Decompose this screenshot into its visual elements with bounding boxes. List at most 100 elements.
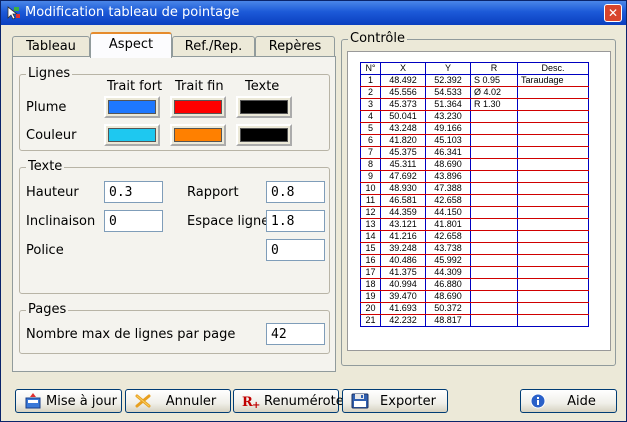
cell-y: 41.801 (425, 218, 471, 231)
cell-num: 19 (360, 290, 381, 303)
couleur-trait-fort-color (108, 128, 156, 142)
table-row: 19 39.470 48.690 (360, 290, 589, 303)
cell-y: 45.992 (425, 254, 471, 267)
couleur-trait-fin-swatch[interactable] (170, 124, 226, 146)
renumber-icon: R + (242, 395, 260, 409)
cell-x: 40.994 (380, 278, 426, 291)
cell-num: 10 (360, 182, 381, 195)
cell-num: 1 (360, 74, 381, 87)
police-input[interactable] (266, 239, 325, 261)
cell-desc (517, 266, 589, 279)
plume-trait-fin-color (174, 100, 222, 114)
cell-x: 41.216 (380, 230, 426, 243)
cell-x: 50.041 (380, 110, 426, 123)
info-icon (530, 393, 546, 409)
cell-r (470, 302, 518, 315)
update-label: Mise à jour (46, 394, 117, 409)
tab-ref-rep[interactable]: Ref./Rep. (172, 36, 255, 57)
export-button[interactable]: Exporter (342, 389, 448, 413)
cell-desc (517, 230, 589, 243)
aspect-panel: Lignes Trait fort Trait fin Texte Plume … (12, 56, 336, 372)
rapport-input[interactable] (266, 181, 325, 203)
cell-x: 42.232 (380, 314, 426, 327)
renumber-button[interactable]: R + Renuméroter (233, 389, 350, 413)
couleur-texte-color (240, 128, 288, 142)
cell-desc: Taraudage (517, 74, 589, 87)
tab-aspect[interactable]: Aspect (90, 32, 172, 58)
header-num: N° (360, 62, 381, 75)
cancel-button[interactable]: Annuler (125, 389, 231, 413)
cell-y: 48.817 (425, 314, 471, 327)
tab-tableau[interactable]: Tableau (12, 36, 90, 57)
plume-texte-color (240, 100, 288, 114)
title-bar[interactable]: Modification tableau de pointage ✕ (1, 1, 626, 25)
cell-y: 45.103 (425, 134, 471, 147)
preview-table: N° X Y R Desc. 1 48.492 52.392 S 0.95 Taraud… (360, 62, 589, 327)
cell-desc (517, 146, 589, 159)
update-button[interactable]: Mise à jour (15, 389, 122, 413)
cell-x: 41.693 (380, 302, 426, 315)
cancel-icon (135, 394, 151, 408)
export-label: Exporter (380, 394, 436, 409)
inclinaison-input[interactable] (104, 210, 163, 232)
update-icon (25, 393, 41, 409)
col-texte: Texte (245, 79, 280, 94)
cell-y: 49.166 (425, 122, 471, 135)
cell-r (470, 242, 518, 255)
hauteur-input[interactable] (104, 181, 163, 203)
cell-r (470, 290, 518, 303)
header-y: Y (425, 62, 471, 75)
cell-desc (517, 134, 589, 147)
cell-num: 7 (360, 146, 381, 159)
cell-r: S 0.95 (470, 74, 518, 87)
cancel-label: Annuler (165, 394, 217, 409)
renumber-label: Renuméroter (264, 394, 350, 409)
dialog-window: Modification tableau de pointage ✕ Table… (0, 0, 627, 422)
table-row: 13 43.121 41.801 (360, 218, 589, 231)
table-header-row: N° X Y R Desc. (360, 62, 589, 75)
hauteur-label: Hauteur (26, 185, 79, 200)
cell-r (470, 182, 518, 195)
table-row: 3 45.373 51.364 R 1.30 (360, 98, 589, 111)
cell-desc (517, 86, 589, 99)
tab-reperes[interactable]: Repères (255, 36, 335, 57)
plume-trait-fin-swatch[interactable] (170, 96, 226, 118)
table-row: 6 41.820 45.103 (360, 134, 589, 147)
cell-y: 54.533 (425, 86, 471, 99)
controle-preview: N° X Y R Desc. 1 48.492 52.392 S 0.95 Taraud… (347, 51, 611, 351)
cell-desc (517, 206, 589, 219)
cell-x: 47.692 (380, 170, 426, 183)
cell-desc (517, 314, 589, 327)
max-lignes-input[interactable] (266, 323, 325, 345)
espace-ligne-input[interactable] (266, 210, 325, 232)
cell-x: 43.248 (380, 122, 426, 135)
table-row: 7 45.375 46.341 (360, 146, 589, 159)
cell-num: 4 (360, 110, 381, 123)
cell-x: 45.556 (380, 86, 426, 99)
table-row: 20 41.693 50.372 (360, 302, 589, 315)
plume-texte-swatch[interactable] (236, 96, 292, 118)
cell-desc (517, 218, 589, 231)
cell-y: 42.658 (425, 230, 471, 243)
cell-x: 39.248 (380, 242, 426, 255)
cell-y: 42.658 (425, 194, 471, 207)
cell-y: 43.896 (425, 170, 471, 183)
close-button[interactable]: ✕ (604, 4, 622, 22)
svg-text:+: + (252, 400, 260, 409)
pages-group-title: Pages (26, 302, 69, 317)
cell-desc (517, 158, 589, 171)
cell-desc (517, 170, 589, 183)
cell-num: 13 (360, 218, 381, 231)
cell-x: 45.375 (380, 146, 426, 159)
couleur-trait-fort-swatch[interactable] (104, 124, 160, 146)
couleur-texte-swatch[interactable] (236, 124, 292, 146)
plume-trait-fort-swatch[interactable] (104, 96, 160, 118)
inclinaison-label: Inclinaison (26, 214, 96, 229)
dialog-body: Tableau Aspect Ref./Rep. Repères Lignes … (1, 25, 626, 421)
cell-x: 39.470 (380, 290, 426, 303)
cell-r (470, 206, 518, 219)
cell-desc (517, 110, 589, 123)
help-button[interactable]: Aide (520, 389, 617, 413)
window-title: Modification tableau de pointage (25, 5, 240, 20)
espace-ligne-label: Espace ligne (187, 214, 270, 229)
